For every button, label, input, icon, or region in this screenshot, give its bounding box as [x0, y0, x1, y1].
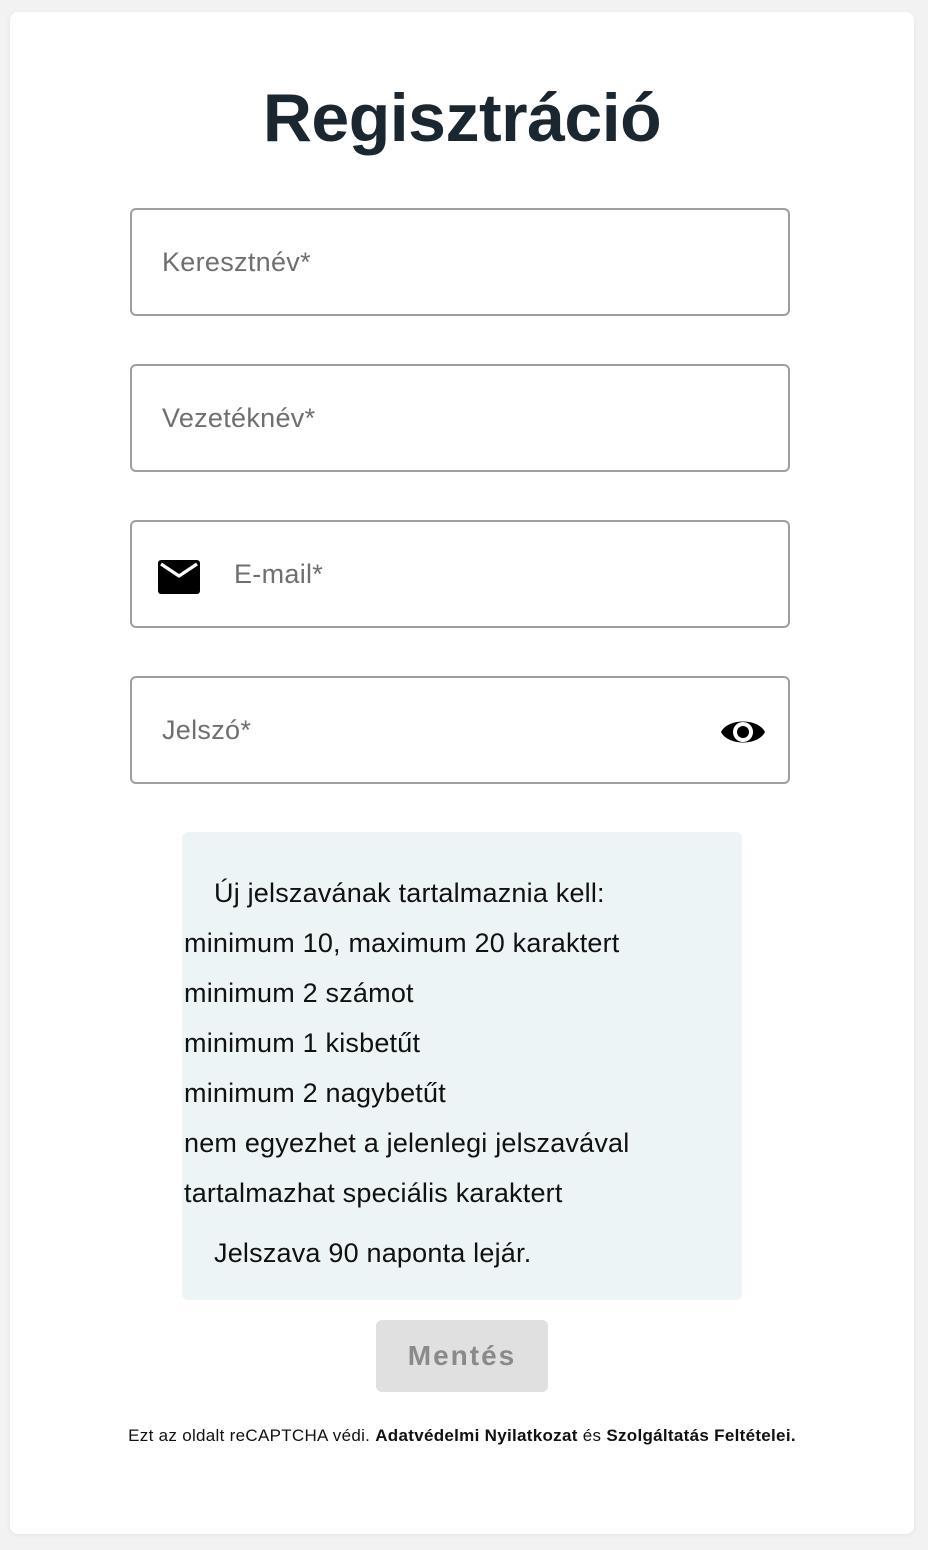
recaptcha-notice: Ezt az oldalt reCAPTCHA védi. Adatvédelm…	[10, 1426, 914, 1446]
first-name-input[interactable]	[162, 210, 764, 314]
last-name-field[interactable]	[130, 364, 790, 472]
eye-icon[interactable]	[720, 712, 766, 752]
requirements-heading: Új jelszavának tartalmaznia kell:	[214, 878, 605, 908]
requirement-item: minimum 2 számot	[184, 978, 414, 1008]
requirement-item: tartalmazhat speciális karaktert	[184, 1178, 563, 1208]
mail-icon	[158, 560, 200, 594]
requirement-item: minimum 10, maximum 20 karaktert	[184, 928, 620, 958]
first-name-field[interactable]	[130, 208, 790, 316]
requirements-list: minimum 10, maximum 20 karaktert minimum…	[184, 926, 629, 1226]
password-expiry-note: Jelszava 90 naponta lejár.	[214, 1238, 532, 1268]
page-title: Regisztráció	[262, 80, 662, 156]
privacy-link[interactable]: Adatvédelmi Nyilatkozat	[375, 1426, 577, 1445]
requirement-item: minimum 1 kisbetűt	[184, 1028, 421, 1058]
conjunction-text: és	[582, 1426, 602, 1445]
requirement-item: minimum 2 nagybetűt	[184, 1078, 446, 1108]
last-name-input[interactable]	[162, 366, 764, 470]
registration-card: Regisztráció Új jelszavának tartalmaznia…	[10, 12, 914, 1534]
password-input[interactable]	[162, 678, 698, 782]
email-input[interactable]	[234, 522, 764, 626]
password-field[interactable]	[130, 676, 790, 784]
email-field[interactable]	[130, 520, 790, 628]
save-button[interactable]: Mentés	[376, 1320, 548, 1392]
terms-link[interactable]: Szolgáltatás Feltételei.	[606, 1426, 796, 1445]
requirement-item: nem egyezhet a jelenlegi jelszavával	[184, 1128, 630, 1158]
recaptcha-text: Ezt az oldalt reCAPTCHA védi.	[128, 1426, 371, 1445]
password-requirements: Új jelszavának tartalmaznia kell: minimu…	[182, 832, 742, 1300]
